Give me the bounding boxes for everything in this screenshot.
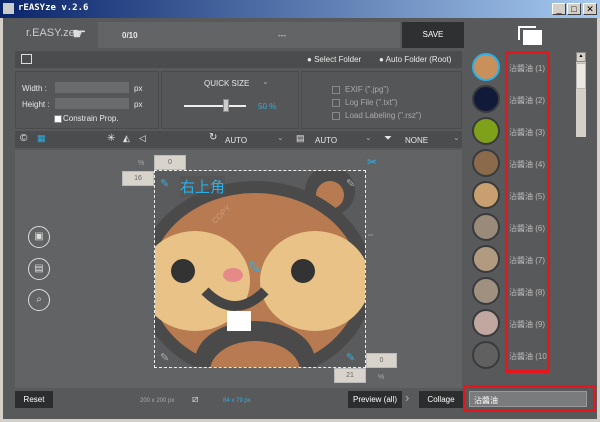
logo: r.EASY.ze xyxy=(26,27,75,39)
progress-count: 0/10 xyxy=(122,31,138,40)
auto-folder-label: Auto Folder (Root) xyxy=(385,55,452,64)
file-format-icon[interactable]: ▤ xyxy=(296,133,305,144)
resize-handle-icon[interactable]: ⇔ xyxy=(366,229,375,239)
chevron-down-icon[interactable]: ⌄ xyxy=(277,133,284,142)
original-size: 200 x 200 px xyxy=(140,398,175,404)
edit-toolbar: © ▦ ✳ ◭ ◁ ↻ AUTO ⌄ ▤ AUTO ⌄ ⏷ NONE ⌄ xyxy=(15,131,462,148)
crop-size: 84 x 79 px xyxy=(223,398,251,404)
percent-label: % xyxy=(378,374,385,381)
width-input[interactable] xyxy=(54,81,130,94)
height-label: Height : xyxy=(22,100,50,109)
constrain-checkbox[interactable]: Constrain Prop. xyxy=(54,114,119,123)
file-thumbnail xyxy=(472,341,500,369)
app-icon xyxy=(3,3,14,14)
rotate-icon[interactable]: ↻ xyxy=(209,132,217,143)
height-input[interactable] xyxy=(54,97,130,110)
height-unit: px xyxy=(134,100,143,109)
right-offset-input[interactable]: 0 xyxy=(366,353,397,368)
load-labeling-label: Load Labeling (".rsz") xyxy=(345,111,422,120)
edit-icon[interactable]: ✎ xyxy=(160,177,169,190)
log-file-checkbox[interactable]: Log File (".txt") xyxy=(332,98,397,107)
quick-size-percent: 50 % xyxy=(258,102,277,111)
scrollbar[interactable]: ▲ xyxy=(576,52,586,137)
watermark-text: 右上角 xyxy=(180,176,226,197)
chevron-down-icon[interactable]: ⌄ xyxy=(262,77,269,86)
size-panel: Width : px Height : px Constrain Prop. xyxy=(15,71,159,129)
status-text: --- xyxy=(278,31,286,40)
title-bar: rEASYze v.2.6 xyxy=(0,0,600,18)
select-folder-radio[interactable]: ● Select Folder xyxy=(307,55,361,64)
reset-button[interactable]: Reset xyxy=(15,391,53,408)
edit-icon[interactable]: ✎ xyxy=(160,351,169,364)
file-thumbnail xyxy=(472,85,500,113)
quick-size-panel: QUICK SIZE ⌄ 50 % xyxy=(161,71,299,129)
highlight-box xyxy=(505,51,550,373)
percent-label: % xyxy=(138,160,145,167)
width-unit: px xyxy=(134,84,143,93)
zoom-icon[interactable]: ⌕ xyxy=(28,289,50,311)
edit-icon[interactable]: ✎ xyxy=(346,177,355,190)
file-thumbnail xyxy=(472,277,500,305)
perspective-icon[interactable]: ◁ xyxy=(139,133,146,144)
filter-select[interactable]: NONE xyxy=(405,136,428,145)
close-button[interactable]: ✕ xyxy=(583,3,597,15)
grid-icon[interactable]: ▦ xyxy=(37,133,46,144)
slider-handle[interactable] xyxy=(223,99,229,112)
open-folder-icon[interactable] xyxy=(21,54,32,64)
edit-icon[interactable]: ✎ xyxy=(248,258,261,278)
file-thumbnail xyxy=(472,245,500,273)
load-labeling-checkbox[interactable]: Load Labeling (".rsz") xyxy=(332,111,421,120)
file-thumbnail xyxy=(472,53,500,81)
preview-all-button[interactable]: Preview (all) xyxy=(348,391,402,408)
file-thumbnail xyxy=(472,309,500,337)
quick-size-slider[interactable] xyxy=(184,105,246,107)
options-panel: EXIF (".jpg") Log File (".txt") Load Lab… xyxy=(301,71,462,129)
collage-button[interactable]: Collage xyxy=(419,391,463,408)
hand-pointer-icon: ☛ xyxy=(72,26,87,43)
file-thumbnail xyxy=(472,213,500,241)
folder-bar: ● Select Folder ● Auto Folder (Root) xyxy=(15,51,462,68)
filter-icon[interactable]: ⏷ xyxy=(384,133,392,144)
document-icon[interactable]: ▤ xyxy=(28,258,50,280)
quick-size-label: QUICK SIZE xyxy=(204,79,250,88)
file-thumbnail xyxy=(472,117,500,145)
exif-checkbox[interactable]: EXIF (".jpg") xyxy=(332,85,389,94)
window-title: rEASYze v.2.6 xyxy=(18,3,89,13)
chevron-down-icon[interactable]: ⌄ xyxy=(453,133,460,142)
scrollbar-thumb[interactable] xyxy=(576,63,586,89)
save-disk-icon[interactable]: ▣ xyxy=(28,226,50,248)
folders-icon[interactable] xyxy=(518,26,542,46)
sharpen-icon[interactable]: ✳ xyxy=(107,133,115,144)
copyright-icon[interactable]: © xyxy=(20,133,27,144)
auto-folder-radio[interactable]: ● Auto Folder (Root) xyxy=(379,55,451,64)
chevron-down-icon[interactable]: ⌄ xyxy=(365,133,372,142)
scissors-icon[interactable]: ✂ xyxy=(367,155,377,169)
left-offset-input[interactable]: 16 xyxy=(122,171,154,186)
file-thumbnail xyxy=(472,181,500,209)
constrain-label: Constrain Prop. xyxy=(63,114,119,123)
status-bar: 0/10 --- xyxy=(98,22,400,48)
bottom-offset-input[interactable]: 21 xyxy=(334,368,366,383)
minimize-button[interactable]: _ xyxy=(552,3,566,15)
log-file-label: Log File (".txt") xyxy=(345,98,398,107)
chevron-right-icon: › xyxy=(405,390,410,405)
maximize-button[interactable]: □ xyxy=(567,3,581,15)
ruler-icon: ⧄ xyxy=(192,394,199,405)
select-folder-label: Select Folder xyxy=(314,55,362,64)
file-thumbnail xyxy=(472,149,500,177)
exif-label: EXIF (".jpg") xyxy=(345,85,389,94)
rotate-select[interactable]: AUTO xyxy=(225,136,247,145)
save-button[interactable]: SAVE xyxy=(402,22,464,48)
flip-icon[interactable]: ◭ xyxy=(123,133,130,144)
top-offset-input[interactable]: 0 xyxy=(154,155,186,170)
width-label: Width : xyxy=(22,84,47,93)
edit-icon[interactable]: ✎ xyxy=(346,351,355,364)
rename-input[interactable]: 沾醬油 xyxy=(469,391,587,407)
format-select[interactable]: AUTO xyxy=(315,136,337,145)
